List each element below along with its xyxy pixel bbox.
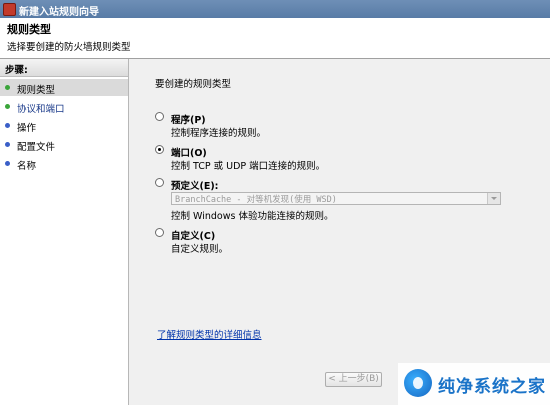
step-action[interactable]: 操作 — [0, 117, 128, 134]
title-bar: 新建入站规则向导 — [0, 0, 550, 18]
step-label: 协议和端口 — [17, 104, 65, 115]
wizard-header: 规则类型 选择要创建的防火墙规则类型 — [0, 18, 550, 59]
main-content: 要创建的规则类型 程序(P) 控制程序连接的规则。 端口(O) 控制 TCP 或… — [129, 59, 550, 405]
chevron-down-icon[interactable] — [487, 193, 500, 204]
option-port-title[interactable]: 端口(O) — [171, 145, 207, 159]
radio-custom[interactable] — [155, 228, 164, 237]
option-program-desc: 控制程序连接的规则。 — [171, 128, 267, 139]
step-label: 配置文件 — [17, 142, 56, 153]
steps-panel: 步骤: 规则类型 协议和端口 操作 配置文件 名称 — [0, 59, 129, 405]
step-label: 规则类型 — [17, 85, 56, 96]
option-custom-title[interactable]: 自定义(C) — [171, 228, 215, 242]
predefined-rule-value: BranchCache - 对等机发现(使用 WSD) — [175, 195, 337, 205]
page-subtitle: 选择要创建的防火墙规则类型 — [7, 42, 131, 53]
watermark-text: 纯净系统之家 — [438, 377, 546, 397]
radio-port[interactable] — [155, 145, 164, 154]
option-program-title[interactable]: 程序(P) — [171, 112, 206, 126]
page-title: 规则类型 — [7, 23, 51, 36]
step-label: 操作 — [17, 123, 37, 134]
step-profile[interactable]: 配置文件 — [0, 136, 128, 153]
option-custom-desc: 自定义规则。 — [171, 244, 229, 255]
step-complete-bullet-icon — [5, 85, 10, 90]
site-watermark: 纯净系统之家 — [398, 363, 550, 405]
option-port-desc: 控制 TCP 或 UDP 端口连接的规则。 — [171, 161, 326, 172]
firewall-app-icon — [3, 3, 16, 16]
option-predefined-title[interactable]: 预定义(E): — [171, 178, 218, 192]
step-label: 名称 — [17, 161, 37, 172]
learn-more-link[interactable]: 了解规则类型的详细信息 — [157, 327, 262, 341]
rule-type-prompt: 要创建的规则类型 — [155, 79, 232, 90]
radio-program[interactable] — [155, 112, 164, 121]
step-pending-bullet-icon — [5, 123, 10, 128]
step-complete-bullet-icon — [5, 104, 10, 109]
window-title: 新建入站规则向导 — [19, 7, 99, 18]
step-protocol-port[interactable]: 协议和端口 — [0, 98, 128, 115]
step-pending-bullet-icon — [5, 142, 10, 147]
step-pending-bullet-icon — [5, 161, 10, 166]
steps-heading: 步骤: — [0, 59, 128, 77]
option-predefined-desc: 控制 Windows 体验功能连接的规则。 — [171, 211, 334, 222]
step-name[interactable]: 名称 — [0, 155, 128, 172]
radio-predefined[interactable] — [155, 178, 164, 187]
predefined-rule-select[interactable]: BranchCache - 对等机发现(使用 WSD) — [171, 192, 501, 205]
step-rule-type[interactable]: 规则类型 — [0, 79, 128, 96]
watermark-logo-icon — [404, 369, 432, 397]
back-button[interactable]: < 上一步(B) — [325, 372, 382, 387]
